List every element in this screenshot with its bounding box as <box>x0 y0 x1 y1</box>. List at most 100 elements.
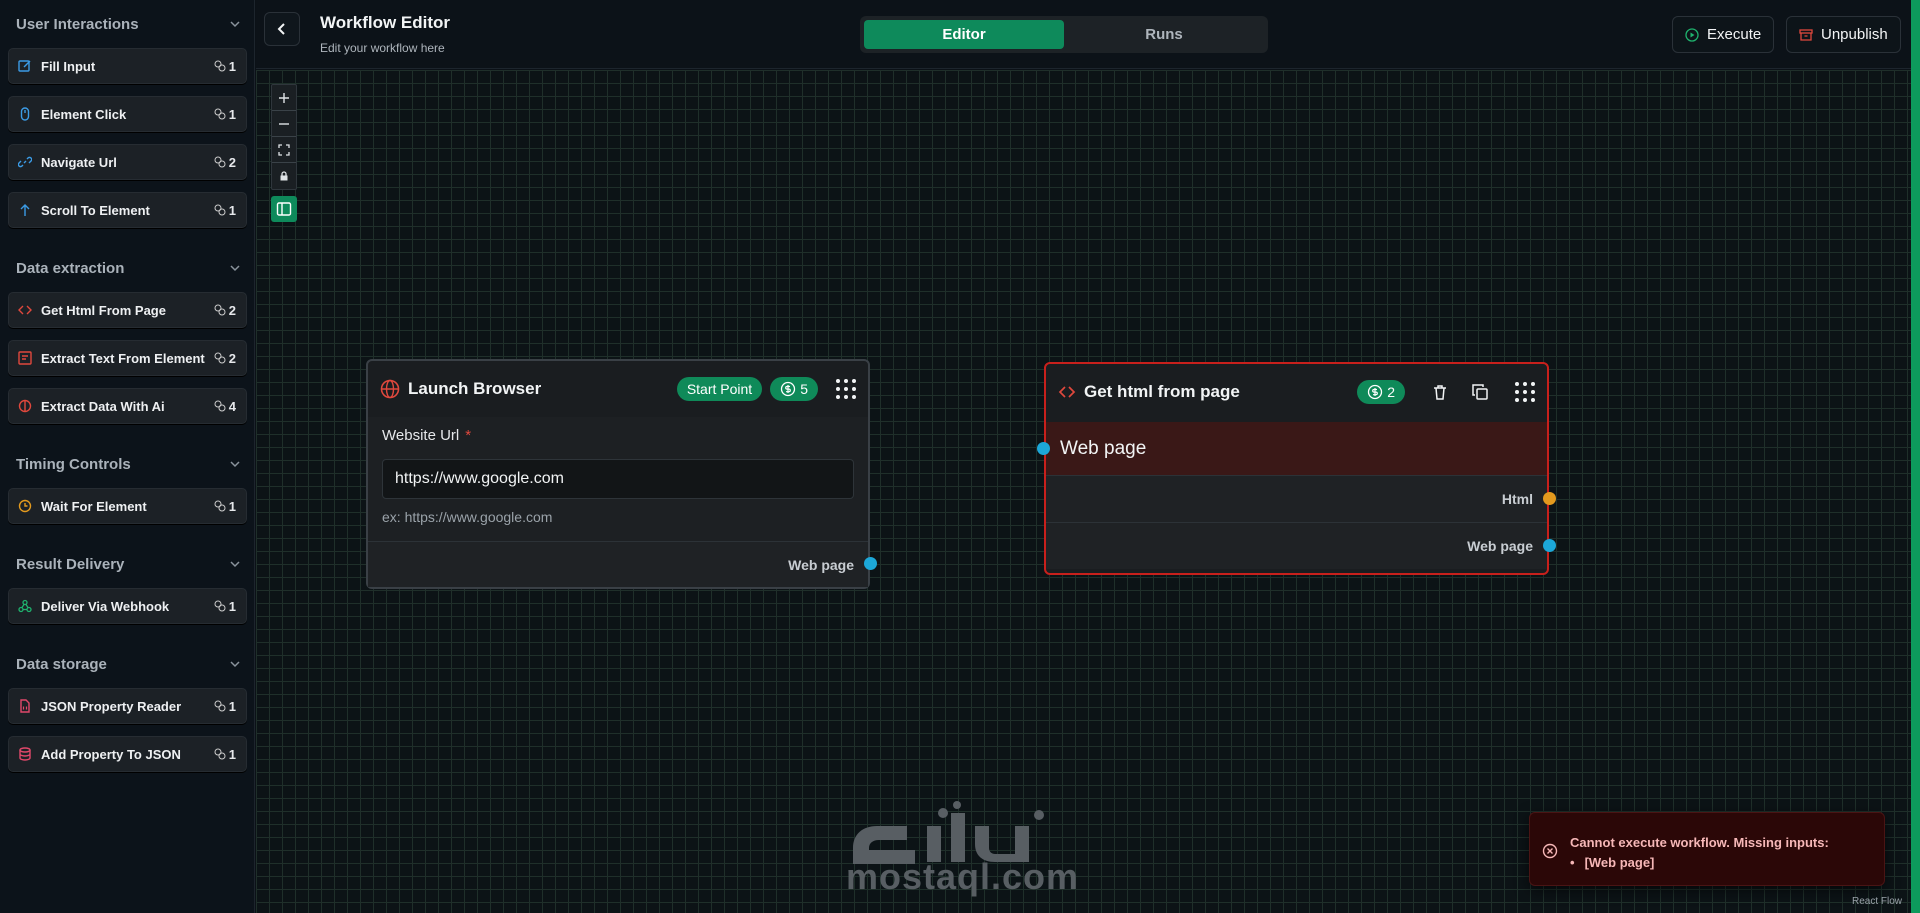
trash-icon[interactable] <box>1431 383 1449 401</box>
input-hint: ex: https://www.google.com <box>382 509 553 525</box>
sidebar-item-json-reader[interactable]: JSON Property Reader 1 <box>8 688 247 724</box>
zoom-in-button[interactable] <box>272 85 296 111</box>
sidebar-item-add-property[interactable]: Add Property To JSON 1 <box>8 736 247 772</box>
input-row-web-page: Web page <box>1046 422 1547 475</box>
drag-handle-icon[interactable] <box>1515 382 1535 402</box>
sidebar-item-label: Extract Text From Element <box>41 350 205 366</box>
output-label: Web page <box>788 556 854 573</box>
section-timing-controls[interactable]: Timing Controls <box>16 454 241 474</box>
section-title: Data extraction <box>16 259 125 277</box>
sidebar-item-label: Navigate Url <box>41 154 117 170</box>
archive-icon <box>1799 28 1813 41</box>
output-handle-web-page[interactable] <box>864 557 877 570</box>
section-title: User Interactions <box>16 15 139 33</box>
output-row-html: Html <box>1046 475 1547 522</box>
sidebar-item-scroll-to-element[interactable]: Scroll To Element 1 <box>8 192 247 228</box>
coins-icon <box>214 156 226 168</box>
page-title: Workflow Editor <box>320 13 451 32</box>
zoom-controls <box>271 84 297 190</box>
tab-runs[interactable]: Runs <box>1064 20 1264 49</box>
coins-icon <box>214 204 226 216</box>
chevron-down-icon <box>230 661 240 668</box>
page-subtitle: Edit your workflow here <box>320 41 445 55</box>
coins-icon <box>214 700 226 712</box>
section-title: Result Delivery <box>16 555 125 573</box>
output-handle-html[interactable] <box>1543 492 1556 505</box>
sidebar-item-label: JSON Property Reader <box>41 698 182 714</box>
sidebar-item-label: Element Click <box>41 106 127 122</box>
chevron-left-icon <box>277 23 285 35</box>
credit-count: 1 <box>214 747 236 762</box>
chevron-down-icon <box>230 265 240 272</box>
error-toast[interactable]: Cannot execute workflow. Missing inputs:… <box>1529 812 1885 886</box>
webhook-icon <box>17 598 33 614</box>
sidebar-item-wait-for-element[interactable]: Wait For Element 1 <box>8 488 247 524</box>
section-data-storage[interactable]: Data storage <box>16 654 241 674</box>
coins-icon <box>214 60 226 72</box>
zoom-out-button[interactable] <box>272 111 296 137</box>
drag-handle-icon[interactable] <box>836 379 856 399</box>
back-button[interactable] <box>264 12 300 46</box>
link-icon <box>17 154 33 170</box>
fit-view-button[interactable] <box>272 137 296 163</box>
coins-icon <box>214 400 226 412</box>
plus-icon <box>279 92 289 103</box>
sidebar-item-navigate-url[interactable]: Navigate Url 2 <box>8 144 247 180</box>
section-data-extraction[interactable]: Data extraction <box>16 258 241 278</box>
sidebar-item-get-html[interactable]: Get Html From Page 2 <box>8 292 247 328</box>
brain-icon <box>17 398 33 414</box>
database-icon <box>17 746 33 762</box>
sidebar-item-label: Extract Data With Ai <box>41 398 165 414</box>
tab-editor[interactable]: Editor <box>864 20 1064 49</box>
section-result-delivery[interactable]: Result Delivery <box>16 554 241 574</box>
toast-message: Cannot execute workflow. Missing inputs: <box>1570 835 1829 850</box>
execute-button[interactable]: Execute <box>1672 16 1775 53</box>
sidebar-item-extract-text[interactable]: Extract Text From Element 2 <box>8 340 247 376</box>
required-mark: * <box>465 427 472 444</box>
lock-button[interactable] <box>272 163 296 189</box>
website-url-input[interactable]: https://www.google.com <box>382 459 854 499</box>
output-handle-web-page[interactable] <box>1543 539 1556 552</box>
watermark-text: mostaql.com <box>846 856 1080 897</box>
clock-icon <box>17 498 33 514</box>
sidebar-item-label: Deliver Via Webhook <box>41 598 170 614</box>
coins-icon <box>214 352 226 364</box>
credit-count: 1 <box>214 599 236 614</box>
code-icon <box>1058 386 1076 398</box>
coins-icon <box>214 304 226 316</box>
fit-view-icon <box>278 143 290 156</box>
node-get-html[interactable]: Get html from page 2 Web page Html Web p… <box>1037 362 1556 575</box>
section-title: Timing Controls <box>16 455 131 473</box>
lock-icon <box>280 171 288 181</box>
section-user-interactions[interactable]: User Interactions <box>16 14 241 34</box>
toast-missing-input: • [Web page] <box>1570 855 1655 870</box>
node-launch-browser[interactable]: Launch Browser Start Point 5 Website Url… <box>366 359 877 589</box>
toggle-panel-button[interactable] <box>271 196 297 222</box>
file-json-icon <box>17 698 33 714</box>
chevron-down-icon <box>230 561 240 568</box>
minus-icon <box>279 122 289 125</box>
credit-count: 2 <box>214 351 236 366</box>
input-handle-web-page[interactable] <box>1037 442 1050 455</box>
credit-count: 1 <box>214 203 236 218</box>
credit-count: 4 <box>214 399 236 414</box>
sidebar-item-deliver-webhook[interactable]: Deliver Via Webhook 1 <box>8 588 247 624</box>
copy-icon[interactable] <box>1471 383 1489 401</box>
unpublish-label: Unpublish <box>1821 26 1888 43</box>
sidebar-item-label: Scroll To Element <box>41 202 150 218</box>
flow-canvas[interactable]: Launch Browser Start Point 5 Website Url… <box>256 70 1911 913</box>
panel-left-icon <box>276 202 292 216</box>
coins-icon <box>214 500 226 512</box>
input-label: Web page <box>1060 437 1147 459</box>
unpublish-button[interactable]: Unpublish <box>1786 16 1901 53</box>
coin-icon <box>781 381 796 397</box>
sidebar-item-element-click[interactable]: Element Click 1 <box>8 96 247 132</box>
sidebar-item-extract-ai[interactable]: Extract Data With Ai 4 <box>8 388 247 424</box>
node-title: Get html from page <box>1084 382 1240 401</box>
node-header[interactable]: Get html from page 2 <box>1046 364 1547 420</box>
sidebar-item-label: Add Property To JSON <box>41 746 181 762</box>
node-header[interactable]: Launch Browser Start Point 5 <box>368 361 868 417</box>
output-row-web-page: Web page <box>368 541 868 587</box>
react-flow-attribution[interactable]: React Flow <box>1852 896 1902 907</box>
sidebar-item-fill-input[interactable]: Fill Input 1 <box>8 48 247 84</box>
